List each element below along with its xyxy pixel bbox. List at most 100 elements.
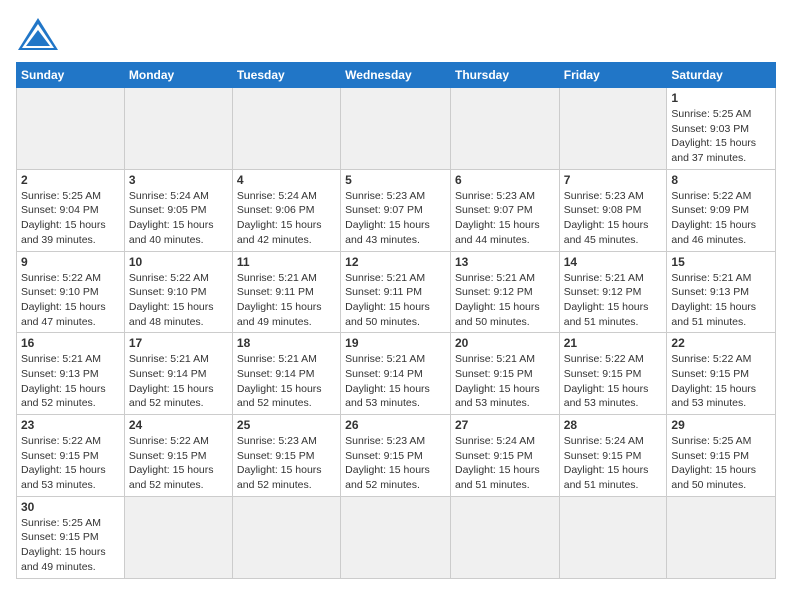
day-number: 21 bbox=[564, 336, 663, 350]
calendar-cell: 3 Sunrise: 5:24 AMSunset: 9:05 PMDaylight… bbox=[124, 169, 232, 251]
calendar-cell: 9 Sunrise: 5:22 AMSunset: 9:10 PMDaylight… bbox=[17, 251, 125, 333]
day-number: 22 bbox=[671, 336, 771, 350]
day-info: Sunrise: 5:21 AMSunset: 9:13 PMDaylight:… bbox=[671, 271, 771, 330]
calendar-cell: 4Sunrise: 5:24 AMSunset: 9:06 PMDaylight… bbox=[232, 169, 340, 251]
day-info: Sunrise: 5:22 AMSunset: 9:15 PMDaylight:… bbox=[671, 352, 771, 411]
day-info: Sunrise: 5:21 AMSunset: 9:13 PMDaylight:… bbox=[21, 352, 120, 411]
calendar-cell: 13 Sunrise: 5:21 AMSunset: 9:12 PMDayligh… bbox=[450, 251, 559, 333]
calendar-row-2: 9 Sunrise: 5:22 AMSunset: 9:10 PMDaylight… bbox=[17, 251, 776, 333]
day-number: 11 bbox=[237, 255, 336, 269]
day-info: Sunrise: 5:25 AMSunset: 9:15 PMDaylight:… bbox=[671, 434, 771, 493]
day-info: Sunrise: 5:21 AMSunset: 9:11 PMDaylight:… bbox=[237, 271, 336, 330]
day-info: Sunrise: 5:21 AMSunset: 9:14 PMDaylight:… bbox=[237, 352, 336, 411]
calendar-cell: 12Sunrise: 5:21 AMSunset: 9:11 PMDayligh… bbox=[341, 251, 451, 333]
day-number: 12 bbox=[345, 255, 446, 269]
day-number: 26 bbox=[345, 418, 446, 432]
day-info: Sunrise: 5:22 AMSunset: 9:15 PMDaylight:… bbox=[129, 434, 228, 493]
day-number: 13 bbox=[455, 255, 555, 269]
day-info: Sunrise: 5:22 AMSunset: 9:15 PMDaylight:… bbox=[21, 434, 120, 493]
day-number: 29 bbox=[671, 418, 771, 432]
calendar-cell bbox=[124, 88, 232, 170]
day-info: Sunrise: 5:22 AMSunset: 9:10 PMDaylight:… bbox=[21, 271, 120, 330]
day-info: Sunrise: 5:23 AMSunset: 9:08 PMDaylight:… bbox=[564, 189, 663, 248]
calendar-cell: 19 Sunrise: 5:21 AMSunset: 9:14 PMDayligh… bbox=[341, 333, 451, 415]
day-info: Sunrise: 5:23 AMSunset: 9:07 PMDaylight:… bbox=[455, 189, 555, 248]
calendar-cell bbox=[232, 496, 340, 578]
day-number: 9 bbox=[21, 255, 120, 269]
calendar-cell: 8 Sunrise: 5:22 AMSunset: 9:09 PMDaylight… bbox=[667, 169, 776, 251]
calendar-cell bbox=[17, 88, 125, 170]
day-info: Sunrise: 5:21 AMSunset: 9:14 PMDaylight:… bbox=[345, 352, 446, 411]
day-number: 24 bbox=[129, 418, 228, 432]
weekday-header-sunday: Sunday bbox=[17, 63, 125, 88]
calendar-cell: 2Sunrise: 5:25 AMSunset: 9:04 PMDaylight… bbox=[17, 169, 125, 251]
calendar-row-3: 16 Sunrise: 5:21 AMSunset: 9:13 PMDayligh… bbox=[17, 333, 776, 415]
day-info: Sunrise: 5:24 AMSunset: 9:05 PMDaylight:… bbox=[129, 189, 228, 248]
calendar-cell bbox=[559, 88, 667, 170]
day-number: 10 bbox=[129, 255, 228, 269]
calendar-cell: 21 Sunrise: 5:22 AMSunset: 9:15 PMDayligh… bbox=[559, 333, 667, 415]
day-number: 16 bbox=[21, 336, 120, 350]
day-number: 18 bbox=[237, 336, 336, 350]
day-info: Sunrise: 5:21 AMSunset: 9:15 PMDaylight:… bbox=[455, 352, 555, 411]
calendar-cell: 22 Sunrise: 5:22 AMSunset: 9:15 PMDayligh… bbox=[667, 333, 776, 415]
calendar-cell: 28 Sunrise: 5:24 AMSunset: 9:15 PMDayligh… bbox=[559, 415, 667, 497]
day-number: 3 bbox=[129, 173, 228, 187]
day-number: 19 bbox=[345, 336, 446, 350]
day-number: 14 bbox=[564, 255, 663, 269]
day-info: Sunrise: 5:21 AMSunset: 9:12 PMDaylight:… bbox=[564, 271, 663, 330]
calendar-cell bbox=[450, 88, 559, 170]
day-info: Sunrise: 5:22 AMSunset: 9:15 PMDaylight:… bbox=[564, 352, 663, 411]
day-number: 27 bbox=[455, 418, 555, 432]
weekday-header-wednesday: Wednesday bbox=[341, 63, 451, 88]
day-number: 7 bbox=[564, 173, 663, 187]
calendar-cell bbox=[341, 496, 451, 578]
calendar-cell bbox=[667, 496, 776, 578]
calendar-cell: 15 Sunrise: 5:21 AMSunset: 9:13 PMDayligh… bbox=[667, 251, 776, 333]
day-info: Sunrise: 5:24 AMSunset: 9:15 PMDaylight:… bbox=[564, 434, 663, 493]
day-info: Sunrise: 5:21 AMSunset: 9:14 PMDaylight:… bbox=[129, 352, 228, 411]
day-info: Sunrise: 5:25 AMSunset: 9:04 PMDaylight:… bbox=[21, 189, 120, 248]
day-number: 23 bbox=[21, 418, 120, 432]
day-info: Sunrise: 5:25 AMSunset: 9:15 PMDaylight:… bbox=[21, 516, 120, 575]
weekday-header-monday: Monday bbox=[124, 63, 232, 88]
day-number: 20 bbox=[455, 336, 555, 350]
calendar-cell: 29 Sunrise: 5:25 AMSunset: 9:15 PMDayligh… bbox=[667, 415, 776, 497]
day-number: 28 bbox=[564, 418, 663, 432]
day-info: Sunrise: 5:21 AMSunset: 9:12 PMDaylight:… bbox=[455, 271, 555, 330]
calendar-cell bbox=[341, 88, 451, 170]
weekday-header-thursday: Thursday bbox=[450, 63, 559, 88]
calendar-cell: 25Sunrise: 5:23 AMSunset: 9:15 PMDayligh… bbox=[232, 415, 340, 497]
day-number: 30 bbox=[21, 500, 120, 514]
calendar-cell: 20 Sunrise: 5:21 AMSunset: 9:15 PMDayligh… bbox=[450, 333, 559, 415]
calendar-cell: 10 Sunrise: 5:22 AMSunset: 9:10 PMDayligh… bbox=[124, 251, 232, 333]
calendar-cell: 23 Sunrise: 5:22 AMSunset: 9:15 PMDayligh… bbox=[17, 415, 125, 497]
weekday-header-tuesday: Tuesday bbox=[232, 63, 340, 88]
calendar-row-5: 30 Sunrise: 5:25 AMSunset: 9:15 PMDayligh… bbox=[17, 496, 776, 578]
calendar-row-1: 2Sunrise: 5:25 AMSunset: 9:04 PMDaylight… bbox=[17, 169, 776, 251]
day-number: 8 bbox=[671, 173, 771, 187]
calendar-cell: 1 Sunrise: 5:25 AMSunset: 9:03 PMDaylight… bbox=[667, 88, 776, 170]
calendar: SundayMondayTuesdayWednesdayThursdayFrid… bbox=[16, 62, 776, 579]
day-number: 17 bbox=[129, 336, 228, 350]
calendar-row-0: 1 Sunrise: 5:25 AMSunset: 9:03 PMDaylight… bbox=[17, 88, 776, 170]
day-info: Sunrise: 5:23 AMSunset: 9:15 PMDaylight:… bbox=[345, 434, 446, 493]
calendar-cell: 6Sunrise: 5:23 AMSunset: 9:07 PMDaylight… bbox=[450, 169, 559, 251]
day-info: Sunrise: 5:22 AMSunset: 9:10 PMDaylight:… bbox=[129, 271, 228, 330]
calendar-cell: 30 Sunrise: 5:25 AMSunset: 9:15 PMDayligh… bbox=[17, 496, 125, 578]
weekday-header-friday: Friday bbox=[559, 63, 667, 88]
calendar-row-4: 23 Sunrise: 5:22 AMSunset: 9:15 PMDayligh… bbox=[17, 415, 776, 497]
calendar-cell bbox=[450, 496, 559, 578]
calendar-cell: 7 Sunrise: 5:23 AMSunset: 9:08 PMDaylight… bbox=[559, 169, 667, 251]
day-info: Sunrise: 5:24 AMSunset: 9:15 PMDaylight:… bbox=[455, 434, 555, 493]
day-number: 15 bbox=[671, 255, 771, 269]
calendar-cell: 26 Sunrise: 5:23 AMSunset: 9:15 PMDayligh… bbox=[341, 415, 451, 497]
day-info: Sunrise: 5:23 AMSunset: 9:07 PMDaylight:… bbox=[345, 189, 446, 248]
day-info: Sunrise: 5:22 AMSunset: 9:09 PMDaylight:… bbox=[671, 189, 771, 248]
calendar-cell: 17 Sunrise: 5:21 AMSunset: 9:14 PMDayligh… bbox=[124, 333, 232, 415]
calendar-cell bbox=[232, 88, 340, 170]
day-info: Sunrise: 5:24 AMSunset: 9:06 PMDaylight:… bbox=[237, 189, 336, 248]
day-info: Sunrise: 5:25 AMSunset: 9:03 PMDaylight:… bbox=[671, 107, 771, 166]
day-number: 1 bbox=[671, 91, 771, 105]
logo bbox=[16, 16, 64, 52]
